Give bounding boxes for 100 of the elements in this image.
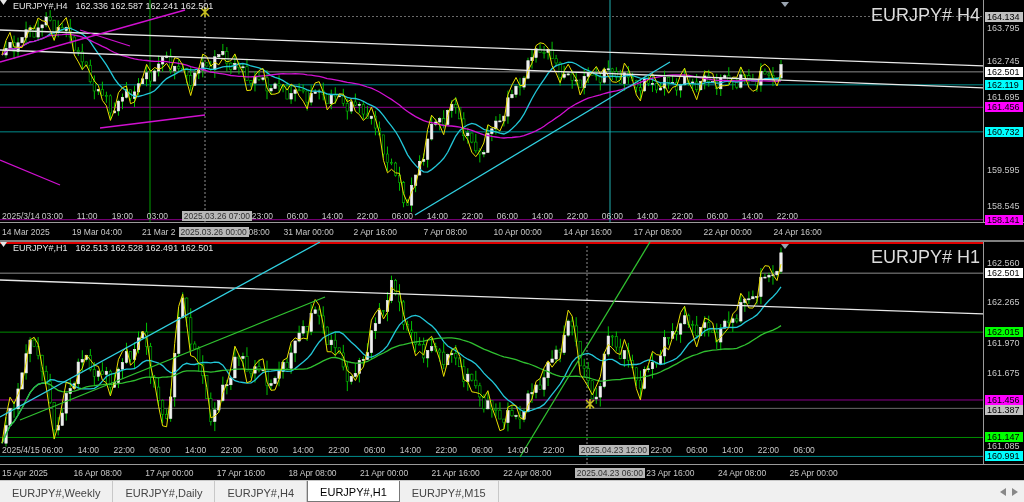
price-tag: 160.732	[985, 126, 1023, 137]
ohlc-values: 162.336 162.587 162.241 162.501	[75, 1, 214, 12]
axis-label: 06:00	[364, 445, 387, 455]
axis-label: 21 Mar 2	[142, 226, 176, 237]
price-tag: 161.456	[985, 394, 1023, 405]
price-tag: 164.134	[985, 11, 1023, 22]
axis-label: 23 Apr 16:00	[646, 467, 696, 478]
axis-label: 17 Apr 00:00	[145, 467, 195, 478]
axis-label: 15 Apr 2025	[2, 467, 49, 478]
axis-label: 14:00	[531, 211, 555, 221]
axis-label: 22:00	[543, 445, 566, 455]
axis-label: 10 Apr 00:00	[493, 226, 543, 237]
price-label: 161.085	[987, 440, 1020, 451]
chart-tab[interactable]: EURJPY#,H1	[307, 481, 400, 502]
axis-label: 11:00	[76, 211, 99, 221]
price-label: 163.795	[987, 23, 1020, 33]
axis-label: 19 Mar 04:00	[72, 226, 124, 237]
axis-label: 08:00	[248, 226, 271, 237]
axis-label: 23:00	[251, 211, 275, 221]
axis-label: 19:00	[111, 211, 135, 221]
axis-label: 16 Apr 08:00	[73, 467, 123, 478]
axis-label: 22:00	[356, 211, 380, 221]
price-label: 162.745	[987, 56, 1020, 67]
price-label: 161.970	[987, 337, 1020, 348]
axis-label: 06:00	[41, 445, 65, 455]
chart-title: EURJPY# H1	[870, 247, 980, 267]
cursor-time-label: 2025.03.26 07:00	[181, 211, 252, 221]
price-tag: 158.141	[985, 214, 1023, 225]
price-label: 158.545	[987, 201, 1020, 211]
axis-label: 03:00	[41, 211, 65, 221]
axis-label: 14:00	[185, 445, 208, 455]
axis-label: 18 Apr 08:00	[288, 467, 338, 478]
chart-symbol: EURJPY#,H4	[13, 1, 68, 12]
axis-label: 2025/4/15	[2, 445, 40, 455]
axis-label: 06:00	[686, 445, 709, 455]
chart-tab[interactable]: EURJPY#,Weekly	[0, 481, 114, 502]
axis-label: 03:00	[146, 211, 170, 221]
price-tag: 162.501	[985, 268, 1023, 279]
price-label: 161.695	[987, 91, 1020, 102]
axis-label: 22:00	[671, 211, 695, 221]
axis-label: 17 Apr 16:00	[216, 467, 266, 478]
axis-label: 06:00	[149, 445, 172, 455]
axis-label: 22:00	[650, 445, 673, 455]
ohlc-values: 162.513 162.528 162.491 162.501	[75, 243, 214, 254]
price-tag: 162.501	[985, 66, 1023, 77]
price-label: 159.595	[987, 165, 1020, 176]
axis-label: 22:00	[220, 445, 244, 455]
axis-label: 2025/3/14	[2, 211, 40, 221]
axis-label: 24 Apr 16:00	[773, 226, 823, 237]
axis-label: 22 Apr 08:00	[503, 467, 553, 478]
axis-label: 06:00	[286, 211, 310, 221]
axis-label: 22 Apr 00:00	[703, 226, 753, 237]
axis-label: 06:00	[793, 445, 816, 455]
chart-symbol: EURJPY#,H1	[13, 243, 68, 254]
axis-label: 22:00	[435, 445, 458, 455]
price-label: 162.265	[987, 296, 1020, 307]
axis-label: 17 Apr 08:00	[633, 226, 683, 237]
axis-label: 22:00	[776, 211, 800, 221]
cursor-time-label: 2025.04.23 12:00	[578, 445, 649, 455]
axis-label: 21 Apr 00:00	[359, 467, 410, 478]
chart-tab[interactable]: EURJPY#,M15	[399, 481, 499, 502]
axis-label: 7 Apr 08:00	[423, 226, 469, 237]
price-tag: 161.387	[985, 404, 1023, 415]
axis-label: 06:00	[391, 211, 415, 221]
cursor-time-label: 2025.03.26 00:00	[178, 226, 249, 237]
axis-label: 14:00	[399, 445, 423, 455]
axis-label: 14:00	[426, 211, 450, 221]
axis-label: 22:00	[328, 445, 351, 455]
axis-label: 24 Apr 08:00	[717, 467, 768, 478]
price-tag: 160.991	[985, 451, 1023, 462]
axis-label: 14:00	[292, 445, 315, 455]
axis-label: 21 Apr 16:00	[431, 467, 481, 478]
axis-label: 22:00	[461, 211, 485, 221]
price-label: 162.560	[987, 257, 1020, 268]
axis-label: 14 Mar 2025	[2, 226, 51, 237]
axis-label: 2 Apr 16:00	[353, 226, 399, 237]
axis-label: 14:00	[77, 445, 100, 455]
axis-label: 31 Mar 00:00	[283, 226, 335, 237]
axis-label: 06:00	[256, 445, 279, 455]
price-tag: 162.119	[985, 79, 1023, 90]
price-label: 161.675	[987, 368, 1020, 379]
axis-label: 25 Apr 00:00	[789, 467, 839, 478]
axis-label: 14:00	[321, 211, 345, 221]
axis-label: 22:00	[757, 445, 781, 455]
axis-label: 14:00	[721, 445, 745, 455]
axis-label: 14 Apr 16:00	[563, 226, 613, 237]
cursor-time-label: 2025.04.23 06:00	[574, 467, 645, 478]
price-tag: 161.456	[985, 102, 1023, 113]
chart-tab[interactable]: EURJPY#,Daily	[113, 481, 216, 502]
axis-label: 06:00	[706, 211, 730, 221]
axis-label: 06:00	[471, 445, 494, 455]
price-tag: 161.147	[985, 432, 1023, 443]
chart-title: EURJPY# H4	[870, 5, 980, 25]
axis-label: 06:00	[496, 211, 520, 221]
axis-label: 14:00	[636, 211, 660, 221]
axis-label: 14:00	[741, 211, 765, 221]
axis-label: 22:00	[566, 211, 590, 221]
axis-label: 06:00	[601, 211, 625, 221]
axis-label: 22:00	[113, 445, 136, 455]
price-tag: 162.015	[985, 327, 1023, 338]
